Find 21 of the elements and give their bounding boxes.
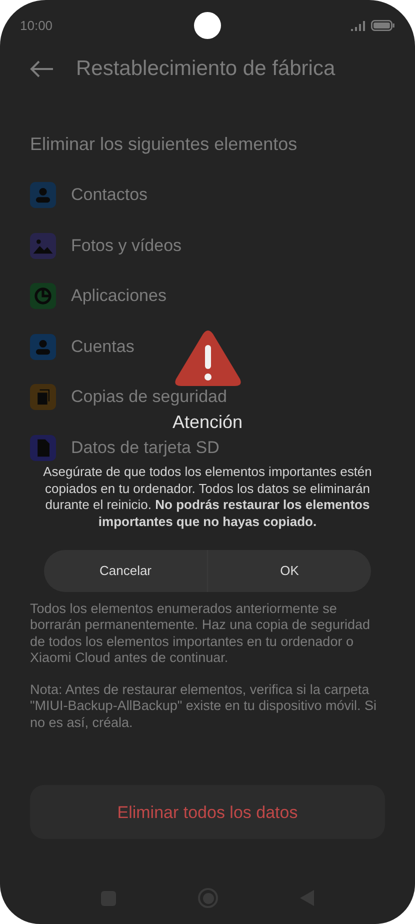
erase-button[interactable]: Eliminar todos los datos (30, 785, 385, 840)
battery-icon (371, 20, 395, 31)
warning-text: Todos los elementos enumerados anteriormente se borrarán permanentemente. Haz una copia de seguridad de todos los elementos importantes en tu ordenador o Xiaomi Cloud antes de continuar. (29, 600, 371, 667)
note-text: Nota: Antes de restaurar elementos, verifica si la carpeta "MIUI-Backup-AllBackup" existe en tu dispositivo móvil. Si no es así, créala. (29, 682, 378, 732)
signal-icon (351, 20, 367, 30)
dialog-message: Asegúrate de que todos los elementos importantes estén copiados en tu ordenador. Todos los datos se eliminarán durante el reinicio. No podrás restaurar los elementos importantes que no hayas copiado. (42, 464, 372, 530)
item-label[interactable]: Datos de tarjeta SD (71, 438, 220, 458)
dialog-title: Atención (172, 412, 243, 432)
dialog-button[interactable]: Cancelar (44, 550, 207, 592)
back-arrow-icon[interactable] (30, 60, 54, 78)
page-title: Restablecimiento de fábrica (76, 56, 336, 82)
item-label[interactable]: Aplicaciones (71, 286, 166, 306)
item-label[interactable]: Copias de seguridad (71, 387, 227, 408)
camera-cutout (194, 12, 221, 39)
status-time: 10:00 (20, 16, 53, 35)
section-title: Eliminar los siguientes elementos (29, 133, 298, 156)
item-label[interactable]: Fotos y vídeos (71, 236, 182, 256)
item-label[interactable]: Contactos (71, 185, 148, 205)
warning-icon (174, 330, 242, 388)
dialog-button[interactable]: OK (207, 550, 371, 592)
item-label[interactable]: Cuentas (71, 336, 134, 357)
